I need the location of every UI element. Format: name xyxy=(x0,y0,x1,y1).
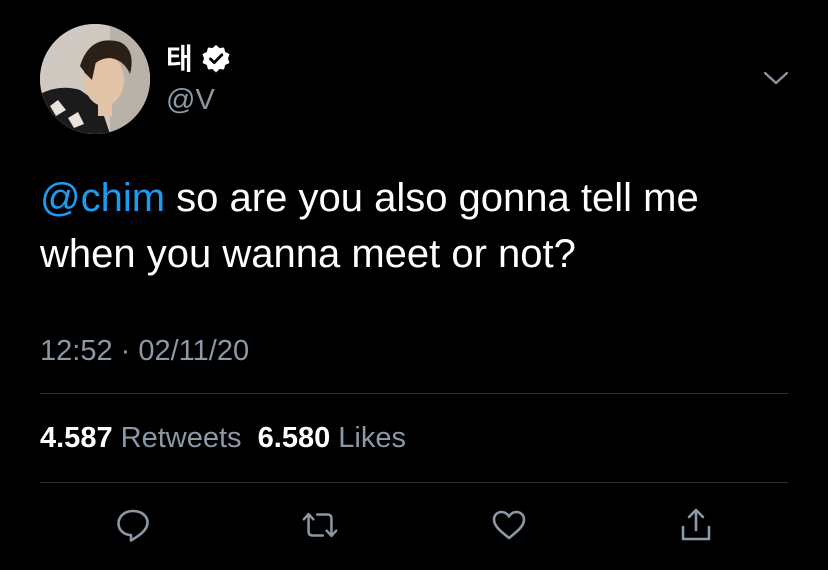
like-icon xyxy=(492,510,526,540)
chevron-down-icon[interactable] xyxy=(762,68,790,88)
retweet-button[interactable] xyxy=(300,505,340,545)
tweet-text: @chim so are you also gonna tell me when… xyxy=(40,170,800,282)
timestamp-separator: · xyxy=(112,335,139,367)
reply-icon xyxy=(117,509,149,542)
likes-stat[interactable]: 6.580 Likes xyxy=(258,422,406,454)
tweet-timestamp[interactable]: 12:52 · 02/11/20 xyxy=(40,334,249,368)
tweet-stats: 4.587 Retweets 6.580 Likes xyxy=(40,420,406,456)
author-handle[interactable]: @V xyxy=(166,84,215,116)
likes-count: 6.580 xyxy=(257,422,331,454)
tweet-time: 12:52 xyxy=(40,335,113,367)
divider xyxy=(40,482,788,483)
author-name-row[interactable]: 태 xyxy=(166,42,231,76)
avatar-image xyxy=(40,24,150,134)
retweets-count: 4.587 xyxy=(40,422,113,454)
retweet-icon xyxy=(302,512,338,538)
verified-badge-icon xyxy=(201,44,231,74)
avatar[interactable] xyxy=(40,24,150,134)
like-button[interactable] xyxy=(489,505,529,545)
retweets-stat[interactable]: 4.587 Retweets xyxy=(40,422,242,454)
share-icon xyxy=(681,508,711,541)
action-bar xyxy=(0,505,828,545)
display-name[interactable]: 태 xyxy=(166,42,193,76)
share-button[interactable] xyxy=(676,505,716,545)
reply-button[interactable] xyxy=(113,505,153,545)
likes-label: Likes xyxy=(338,422,406,454)
retweets-label: Retweets xyxy=(120,422,242,454)
divider xyxy=(40,393,788,394)
tweet-date: 02/11/20 xyxy=(138,335,250,367)
mention-link[interactable]: @chim xyxy=(40,176,165,220)
